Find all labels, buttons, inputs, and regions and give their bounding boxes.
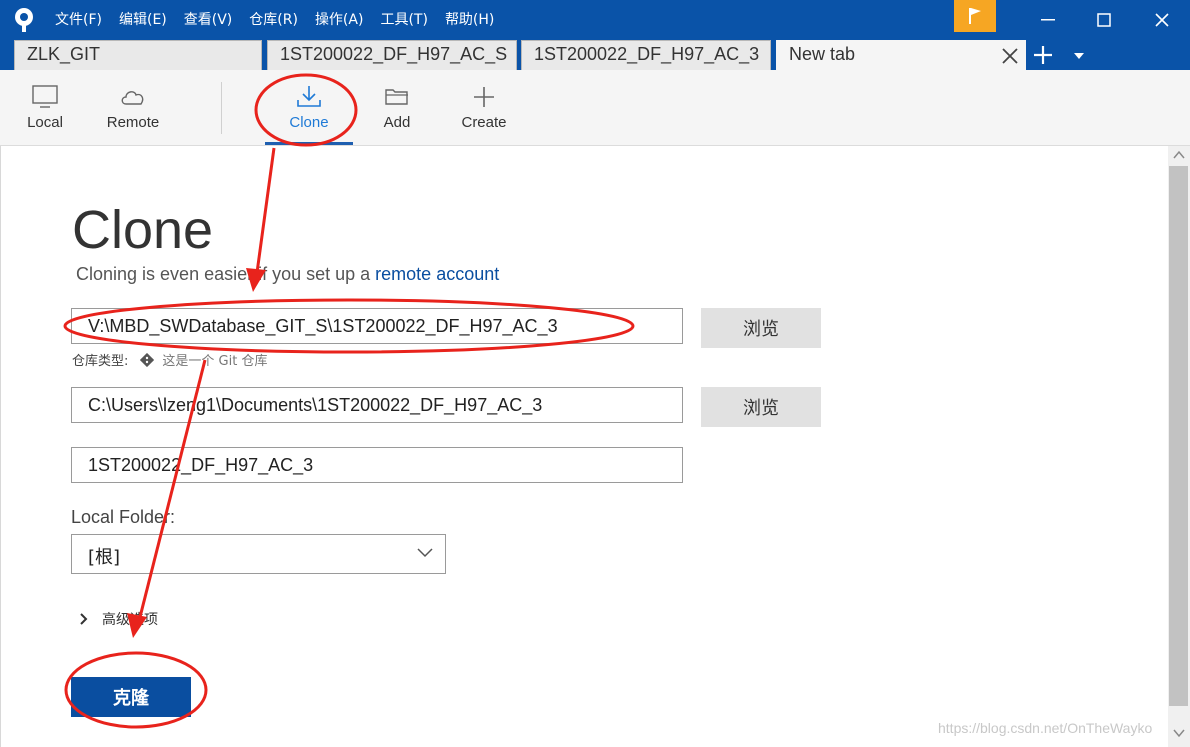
scrollbar-thumb[interactable]	[1169, 166, 1188, 706]
flag-icon	[969, 8, 981, 24]
flag-button[interactable]	[954, 0, 996, 32]
tab-label: 1ST200022_DF_H97_AC_S	[280, 44, 508, 64]
minimize-icon	[1041, 19, 1055, 21]
chevron-right-icon	[80, 613, 88, 625]
plus-icon	[474, 87, 494, 107]
remote-label: Remote	[106, 114, 160, 131]
tab-repo-s[interactable]: 1ST200022_DF_H97_AC_S	[267, 40, 517, 70]
repo-type-row: 仓库类型: 这是一个 Git 仓库	[72, 350, 267, 369]
browse-source-button[interactable]: 浏览	[701, 308, 821, 348]
subtitle-text: Cloning is even easier if you set up a	[76, 264, 376, 284]
watermark: https://blog.csdn.net/OnTheWayko	[938, 720, 1153, 736]
local-folder-label: Local Folder:	[71, 507, 176, 527]
clone-button[interactable]: 克隆	[71, 677, 191, 717]
maximize-icon	[1097, 13, 1111, 27]
cloud-icon	[121, 91, 144, 105]
download-icon	[297, 86, 321, 107]
name-input[interactable]: 1ST200022_DF_H97_AC_3	[71, 447, 683, 483]
tab-label: ZLK_GIT	[27, 44, 101, 64]
add-label: Add	[383, 114, 411, 131]
chevron-down-icon	[417, 548, 433, 558]
menu-bar: 文件(F) 编辑(E) 查看(V) 仓库(R) 操作(A) 工具(T) 帮助(H…	[55, 10, 511, 30]
local-tool-button[interactable]: Local	[20, 70, 70, 145]
clone-label: Clone	[289, 114, 329, 131]
close-tab-icon[interactable]	[1000, 46, 1020, 66]
browse-destination-button[interactable]: 浏览	[701, 387, 821, 427]
repo-type-value: 这是一个 Git 仓库	[162, 354, 268, 369]
folder-icon	[385, 89, 408, 105]
tab-new[interactable]: New tab	[776, 40, 1026, 70]
add-tab-icon[interactable]	[1032, 44, 1054, 66]
page-title: Clone	[72, 200, 214, 260]
menu-file[interactable]: 文件(F)	[55, 10, 102, 30]
menu-help[interactable]: 帮助(H)	[445, 10, 494, 30]
scroll-up-icon[interactable]	[1173, 150, 1185, 160]
git-icon	[140, 352, 155, 367]
tab-dropdown-icon[interactable]	[1073, 52, 1085, 60]
add-tool-button[interactable]: Add	[372, 70, 422, 145]
advanced-options-label: 高级选项	[102, 612, 158, 628]
advanced-options-toggle[interactable]: 高级选项	[80, 609, 158, 629]
clone-tool-button[interactable]: Clone	[265, 70, 353, 145]
scroll-down-icon[interactable]	[1173, 728, 1185, 738]
repo-type-label: 仓库类型:	[72, 354, 129, 369]
local-folder-value: [根]	[88, 547, 121, 568]
tab-repo-3[interactable]: 1ST200022_DF_H97_AC_3	[521, 40, 771, 70]
monitor-icon	[32, 85, 58, 108]
close-window-button[interactable]	[1134, 0, 1190, 40]
subtitle: Cloning is even easier if you set up a r…	[76, 264, 499, 285]
maximize-button[interactable]	[1076, 0, 1132, 40]
create-label: Create	[461, 114, 507, 131]
menu-actions[interactable]: 操作(A)	[315, 10, 364, 30]
local-folder-select[interactable]: [根]	[71, 534, 446, 574]
toolbar: Local Remote Clone Add Create	[0, 70, 1190, 146]
tab-zlk-git[interactable]: ZLK_GIT	[14, 40, 262, 70]
menu-edit[interactable]: 编辑(E)	[119, 10, 167, 30]
tab-label: 1ST200022_DF_H97_AC_3	[534, 44, 760, 64]
source-url-input[interactable]: V:\MBD_SWDatabase_GIT_S\1ST200022_DF_H97…	[71, 308, 683, 344]
local-label: Local	[27, 114, 63, 131]
menu-view[interactable]: 查看(V)	[184, 10, 233, 30]
remote-account-link[interactable]: remote account	[375, 264, 499, 284]
minimize-button[interactable]	[1020, 0, 1076, 40]
menu-tools[interactable]: 工具(T)	[380, 10, 427, 30]
create-tool-button[interactable]: Create	[455, 70, 513, 145]
menu-repository[interactable]: 仓库(R)	[249, 10, 298, 30]
tab-label: New tab	[789, 44, 856, 64]
sourcetree-logo-icon	[15, 8, 33, 32]
title-bar: 文件(F) 编辑(E) 查看(V) 仓库(R) 操作(A) 工具(T) 帮助(H…	[0, 0, 1190, 40]
remote-tool-button[interactable]: Remote	[100, 70, 166, 145]
toolbar-separator	[221, 82, 222, 134]
close-icon	[1155, 13, 1169, 27]
destination-path-input[interactable]: C:\Users\lzeng1\Documents\1ST200022_DF_H…	[71, 387, 683, 423]
